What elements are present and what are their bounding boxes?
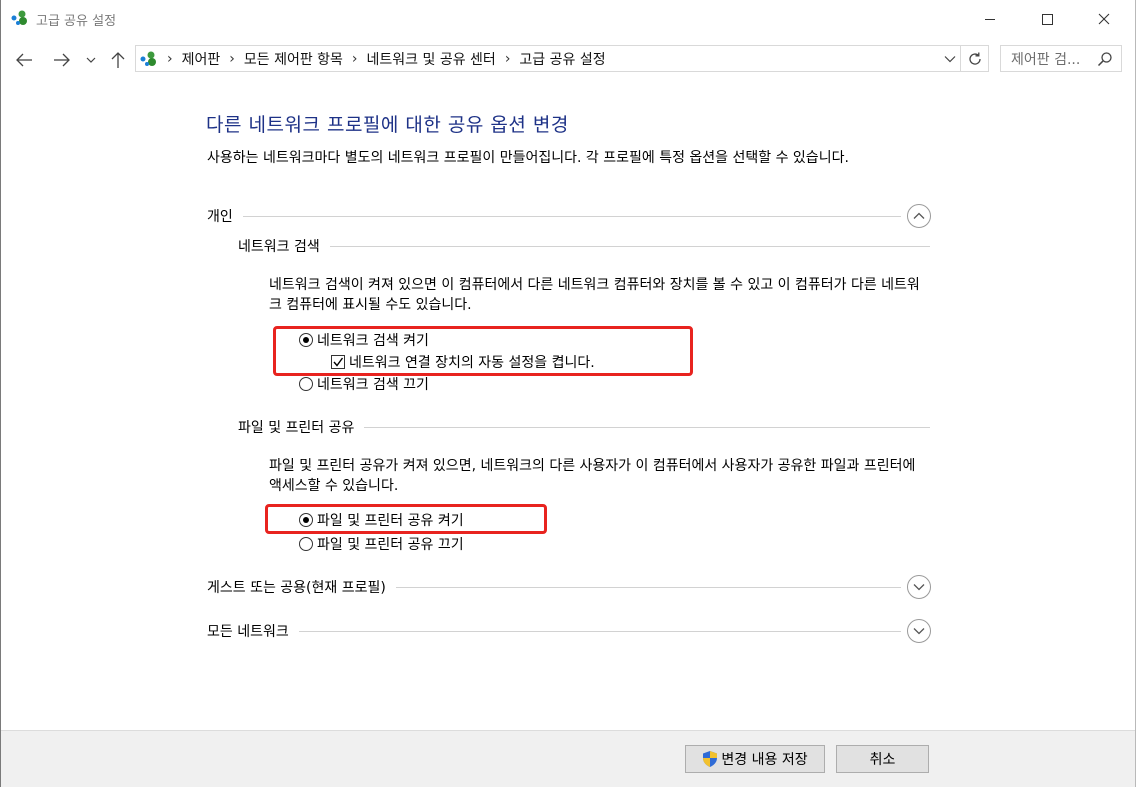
- auto-setup-label[interactable]: 네트워크 연결 장치의 자동 설정을 켭니다.: [349, 352, 595, 372]
- breadcrumb-all-control-panel-items[interactable]: 모든 제어판 항목: [244, 49, 343, 69]
- search-input[interactable]: 제어판 검...: [1000, 45, 1122, 72]
- checkmark-icon: [333, 357, 344, 367]
- network-center-icon: [140, 51, 156, 66]
- chevron-down-icon[interactable]: [944, 55, 956, 63]
- search-placeholder: 제어판 검...: [1011, 51, 1081, 68]
- discovery-off-option[interactable]: 네트워크 검색 끄기: [299, 374, 429, 394]
- recent-locations-button[interactable]: [81, 48, 101, 72]
- maximize-icon: [1042, 14, 1053, 25]
- breadcrumb-separator-icon[interactable]: ›: [229, 51, 235, 67]
- sharing-off-option[interactable]: 파일 및 프린터 공유 끄기: [299, 534, 464, 554]
- chevron-down-icon: [913, 628, 925, 635]
- discovery-off-radio[interactable]: [299, 377, 313, 391]
- chevron-down-icon: [913, 584, 925, 591]
- file-printer-sharing-label: 파일 및 프린터 공유: [238, 420, 355, 436]
- breadcrumb-separator-icon[interactable]: ›: [352, 51, 358, 67]
- breadcrumb-separator-icon[interactable]: ›: [167, 51, 173, 67]
- section-divider: [395, 586, 901, 588]
- network-center-icon: [11, 10, 27, 25]
- section-divider: [242, 215, 901, 217]
- arrow-right-icon: [54, 53, 70, 67]
- arrow-left-icon: [16, 53, 32, 67]
- cancel-label: 취소: [869, 752, 896, 768]
- auto-setup-option[interactable]: 네트워크 연결 장치의 자동 설정을 켭니다.: [331, 352, 595, 372]
- sharing-on-option[interactable]: 파일 및 프린터 공유 켜기: [299, 510, 464, 530]
- breadcrumb-separator-icon[interactable]: ›: [505, 51, 511, 67]
- discovery-on-radio[interactable]: [299, 333, 313, 347]
- expand-all-networks-button[interactable]: [907, 619, 931, 643]
- save-changes-button[interactable]: 변경 내용 저장: [685, 745, 825, 773]
- refresh-button[interactable]: [961, 45, 989, 72]
- intro-text: 사용하는 네트워크마다 별도의 네트워크 프로필이 만들어집니다. 각 프로필에…: [207, 150, 849, 166]
- page-title: 다른 네트워크 프로필에 대한 공유 옵션 변경: [206, 114, 569, 136]
- section-guest-label: 게스트 또는 공용(현재 프로필): [207, 580, 386, 596]
- section-all-networks-label: 모든 네트워크: [207, 624, 289, 640]
- maximize-button[interactable]: [1018, 0, 1076, 38]
- section-guest-header[interactable]: 게스트 또는 공용(현재 프로필): [207, 575, 931, 599]
- section-private-header[interactable]: 개인: [207, 204, 931, 228]
- collapse-private-button[interactable]: [907, 204, 931, 228]
- footer-bar: 변경 내용 저장 취소: [1, 730, 1135, 787]
- section-divider: [298, 630, 901, 632]
- minimize-icon: [985, 19, 995, 20]
- title-bar: 고급 공유 설정: [1, 0, 1135, 38]
- back-button[interactable]: [11, 48, 37, 72]
- arrow-up-icon: [111, 52, 125, 68]
- refresh-icon: [968, 52, 981, 65]
- close-icon: [1098, 13, 1110, 25]
- discovery-off-label[interactable]: 네트워크 검색 끄기: [317, 374, 429, 394]
- uac-shield-icon: [703, 751, 718, 767]
- search-icon: [1097, 52, 1112, 67]
- forward-button[interactable]: [49, 48, 75, 72]
- save-changes-label: 변경 내용 저장: [721, 752, 808, 768]
- file-printer-sharing-description: 파일 및 프린터 공유가 켜져 있으면, 네트워크의 다른 사용자가 이 컴퓨터…: [269, 458, 916, 494]
- sharing-on-label[interactable]: 파일 및 프린터 공유 켜기: [317, 510, 464, 530]
- minimize-button[interactable]: [961, 0, 1019, 38]
- address-bar[interactable]: › 제어판 › 모든 제어판 항목 › 네트워크 및 공유 센터 › 고급 공유…: [135, 45, 961, 72]
- network-discovery-description: 네트워크 검색이 켜져 있으면 이 컴퓨터에서 다른 네트워크 컴퓨터와 장치를…: [269, 277, 920, 313]
- breadcrumb-control-panel[interactable]: 제어판: [182, 49, 221, 69]
- auto-setup-checkbox[interactable]: [331, 355, 345, 369]
- sharing-off-radio[interactable]: [299, 537, 313, 551]
- chevron-up-icon: [913, 212, 925, 219]
- network-discovery-label: 네트워크 검색: [238, 239, 320, 255]
- main-content: 다른 네트워크 프로필에 대한 공유 옵션 변경 사용하는 네트워크마다 별도의…: [1, 82, 1135, 730]
- close-button[interactable]: [1075, 0, 1133, 38]
- discovery-on-option[interactable]: 네트워크 검색 켜기: [299, 330, 429, 350]
- up-button[interactable]: [105, 48, 131, 72]
- cancel-button[interactable]: 취소: [836, 745, 929, 773]
- section-divider: [364, 426, 930, 428]
- breadcrumb-network-sharing-center[interactable]: 네트워크 및 공유 센터: [367, 49, 496, 69]
- section-divider: [329, 245, 930, 247]
- sharing-on-radio[interactable]: [299, 513, 313, 527]
- file-printer-sharing-header: 파일 및 프린터 공유: [238, 417, 930, 437]
- window-title: 고급 공유 설정: [36, 14, 117, 29]
- radio-selected-dot: [303, 517, 309, 523]
- sharing-off-label[interactable]: 파일 및 프린터 공유 끄기: [317, 534, 464, 554]
- chevron-down-icon: [86, 57, 96, 63]
- section-private-label: 개인: [207, 209, 233, 225]
- section-all-networks-header[interactable]: 모든 네트워크: [207, 619, 931, 643]
- breadcrumb-advanced-sharing[interactable]: 고급 공유 설정: [519, 49, 605, 69]
- radio-selected-dot: [303, 337, 309, 343]
- expand-guest-button[interactable]: [907, 575, 931, 599]
- discovery-on-label[interactable]: 네트워크 검색 켜기: [317, 330, 429, 350]
- advanced-sharing-window: 고급 공유 설정 › 제어판 › 모든 제어판 항목 › 네트워크 및 공유 센…: [0, 0, 1136, 787]
- network-discovery-header: 네트워크 검색: [238, 236, 930, 256]
